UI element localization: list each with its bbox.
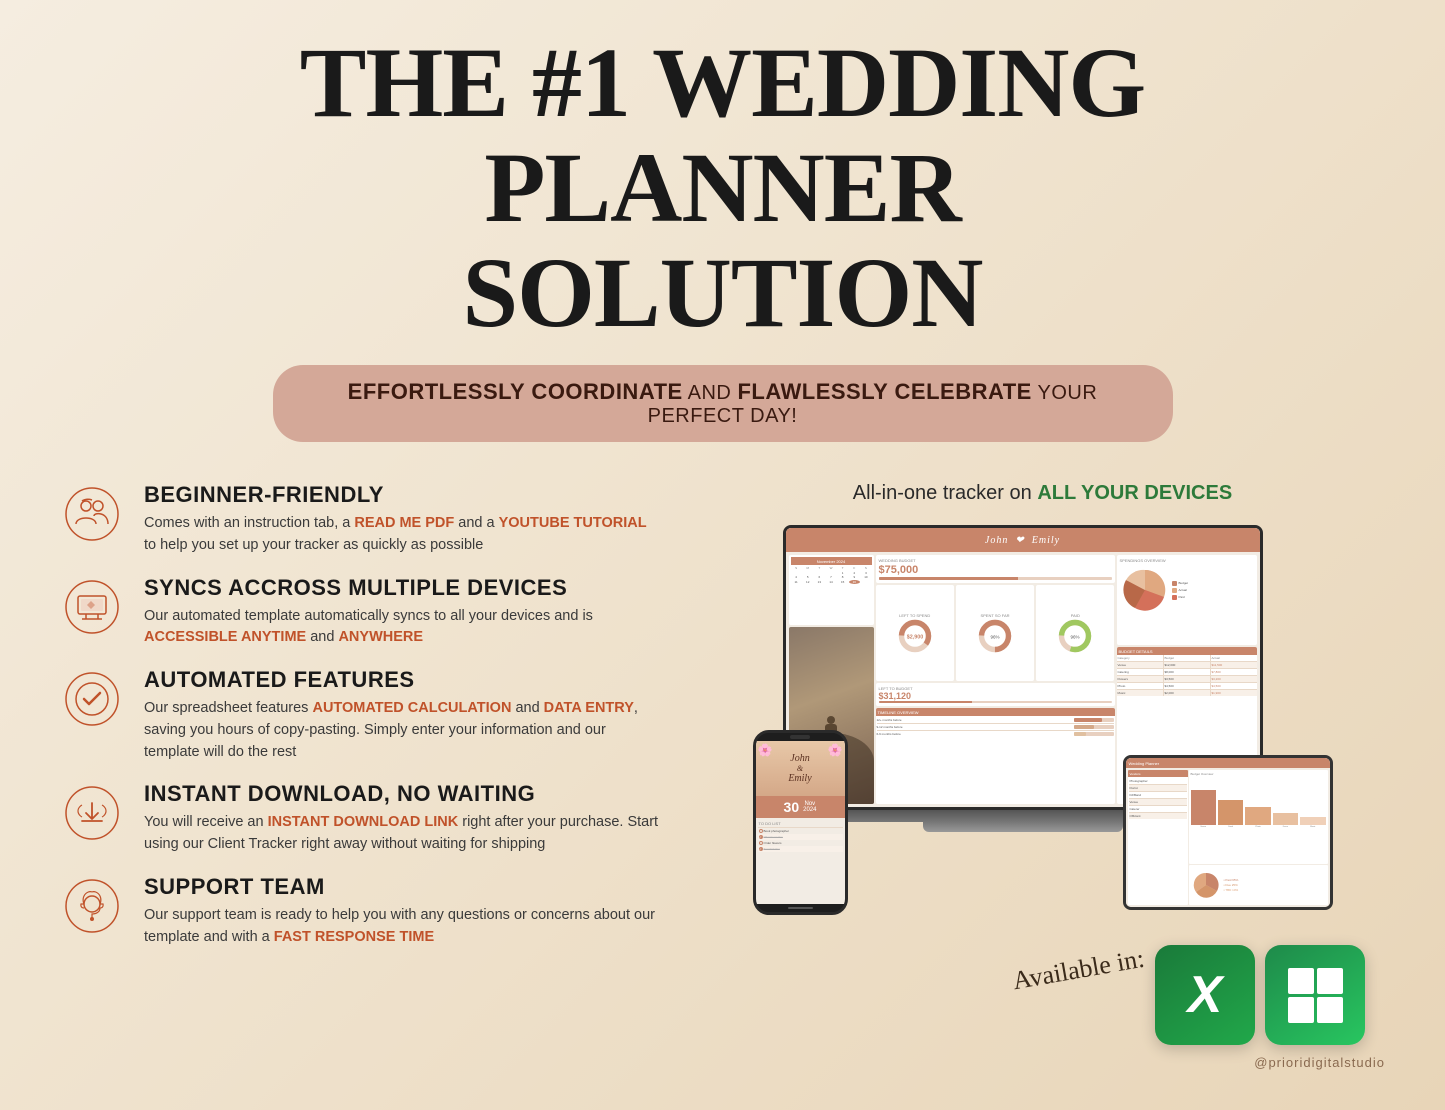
- feature-syncs-devices: SYNCS ACCROSS MULTIPLE DEVICES Our autom…: [60, 575, 660, 650]
- phone-device: 🌸 🌸 John & Emily 30 Nov: [753, 730, 848, 915]
- available-text-wrapper: Available in: X: [1012, 945, 1365, 1045]
- automated-calc: AUTOMATED CALCULATION: [312, 700, 511, 716]
- data-entry: DATA ENTRY: [544, 700, 634, 716]
- feature-syncs-desc: Our automated template automatically syn…: [144, 606, 660, 650]
- available-label: Available in:: [1010, 944, 1146, 997]
- svg-text:96%: 96%: [990, 634, 999, 639]
- anywhere: ANYWHERE: [338, 629, 423, 645]
- google-sheets-icon: [1265, 945, 1365, 1045]
- feature-syncs-text: SYNCS ACCROSS MULTIPLE DEVICES Our autom…: [144, 575, 660, 650]
- feature-download-desc: You will receive an INSTANT DOWNLOAD LIN…: [144, 812, 660, 856]
- feature-automated-title: AUTOMATED FEATURES: [144, 667, 660, 693]
- footer-handle: @prioridigitalstudio: [1254, 1055, 1385, 1070]
- download-icon: [60, 781, 124, 845]
- feature-automated: AUTOMATED FEATURES Our spreadsheet featu…: [60, 667, 660, 763]
- svg-text:96%: 96%: [1071, 634, 1080, 639]
- devices-title: All-in-one tracker on ALL YOUR DEVICES: [853, 482, 1232, 505]
- feature-beginner-text: BEGINNER-FRIENDLY Comes with an instruct…: [144, 482, 660, 557]
- read-me-pdf-link: READ ME PDF: [354, 515, 454, 531]
- support-icon: [60, 874, 124, 938]
- devices-title-part1: All-in-one tracker on: [853, 482, 1038, 504]
- feature-beginner-friendly: BEGINNER-FRIENDLY Comes with an instruct…: [60, 482, 660, 557]
- sheets-cell-2: [1317, 968, 1343, 994]
- main-title: THE #1 WEDDING PLANNER SOLUTION: [60, 30, 1385, 345]
- title-line1: THE #1 WEDDING PLANNER: [60, 30, 1385, 240]
- features-column: BEGINNER-FRIENDLY Comes with an instruct…: [60, 482, 660, 1045]
- svg-text:$2,900: $2,900: [906, 634, 922, 640]
- sheets-grid-icon: [1288, 968, 1343, 1023]
- excel-letter: X: [1188, 965, 1223, 1025]
- accessible-anytime: ACCESSIBLE ANYTIME: [144, 629, 306, 645]
- feature-instant-download: INSTANT DOWNLOAD, NO WAITING You will re…: [60, 781, 660, 856]
- page-container: THE #1 WEDDING PLANNER SOLUTION EFFORTLE…: [0, 0, 1445, 1110]
- feature-support: SUPPORT TEAM Our support team is ready t…: [60, 874, 660, 949]
- tablet-device: Wedding Planner Vendors Photographer: [1123, 755, 1333, 910]
- content-row: BEGINNER-FRIENDLY Comes with an instruct…: [60, 482, 1385, 1045]
- subtitle-part1: EFFORTLESSLY COORDINATE: [348, 379, 683, 404]
- sheets-cell-3: [1288, 997, 1314, 1023]
- devices-title-highlight: ALL YOUR DEVICES: [1037, 482, 1232, 504]
- feature-support-desc: Our support team is ready to help you wi…: [144, 905, 660, 949]
- monitor-icon: [60, 575, 124, 639]
- feature-download-title: INSTANT DOWNLOAD, NO WAITING: [144, 781, 660, 807]
- feature-support-title: SUPPORT TEAM: [144, 874, 660, 900]
- sheets-cell-1: [1288, 968, 1314, 994]
- footer: @prioridigitalstudio: [60, 1055, 1385, 1070]
- youtube-tutorial-link: YOUTUBE TUTORIAL: [499, 515, 647, 531]
- right-column: All-in-one tracker on ALL YOUR DEVICES J…: [700, 482, 1385, 1045]
- instant-download-link: INSTANT DOWNLOAD LINK: [268, 814, 459, 830]
- available-section: Available in: X: [700, 945, 1385, 1045]
- fast-response-time: FAST RESPONSE TIME: [274, 929, 434, 945]
- checkmark-icon: [60, 667, 124, 731]
- device-mockup: John ❤ Emily November 2024: [753, 525, 1333, 925]
- feature-syncs-title: SYNCS ACCROSS MULTIPLE DEVICES: [144, 575, 660, 601]
- feature-beginner-desc: Comes with an instruction tab, a READ ME…: [144, 513, 660, 557]
- feature-automated-desc: Our spreadsheet features AUTOMATED CALCU…: [144, 698, 660, 763]
- subtitle-banner: EFFORTLESSLY COORDINATE AND FLAWLESSLY C…: [273, 365, 1173, 442]
- excel-icon: X: [1155, 945, 1255, 1045]
- sheets-cell-4: [1317, 997, 1343, 1023]
- feature-beginner-title: BEGINNER-FRIENDLY: [144, 482, 660, 508]
- feature-automated-text: AUTOMATED FEATURES Our spreadsheet featu…: [144, 667, 660, 763]
- subtitle-part2: AND: [683, 382, 738, 404]
- feature-download-text: INSTANT DOWNLOAD, NO WAITING You will re…: [144, 781, 660, 856]
- feature-support-text: SUPPORT TEAM Our support team is ready t…: [144, 874, 660, 949]
- subtitle-part3: FLAWLESSLY CELEBRATE: [737, 379, 1031, 404]
- people-icon: [60, 482, 124, 546]
- title-line2: SOLUTION: [60, 240, 1385, 345]
